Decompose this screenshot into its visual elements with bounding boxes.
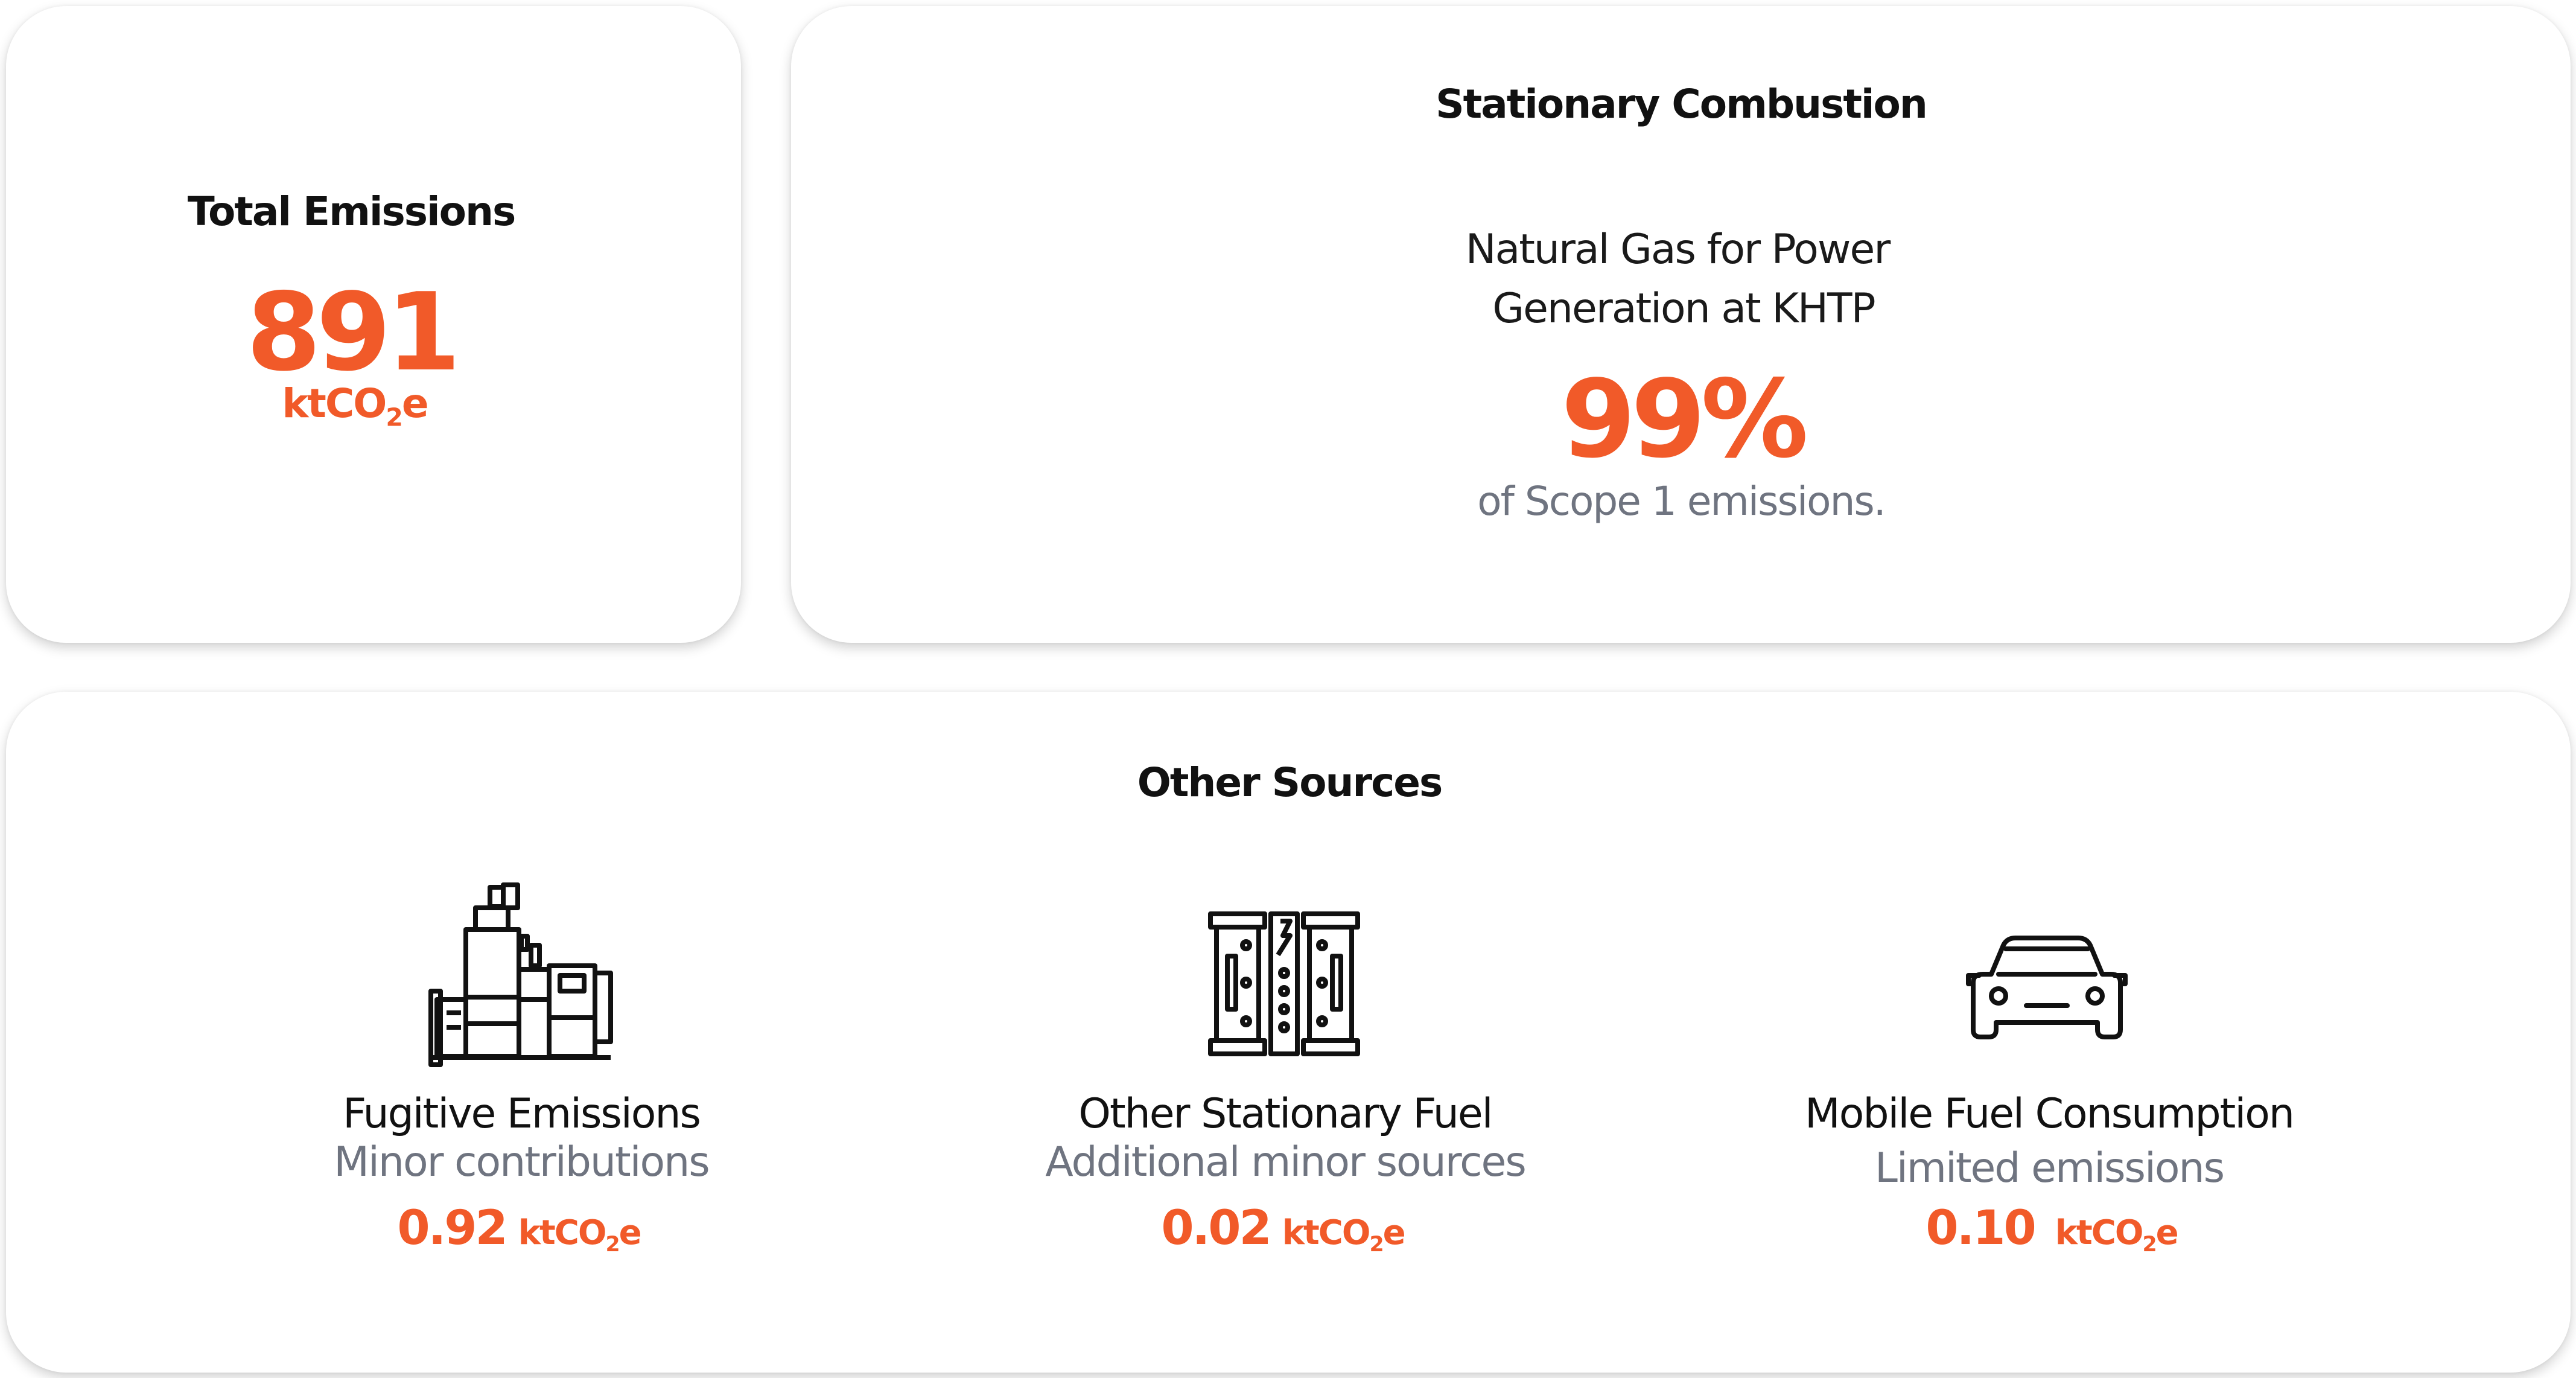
- other-stationary-fuel-value: 0.02: [1161, 1201, 1271, 1255]
- other-stationary-fuel-title: Other Stationary Fuel: [1078, 1090, 1493, 1138]
- other-stationary-fuel-unit: ktCO2e: [1282, 1213, 1406, 1257]
- other-stationary-fuel-subtitle: Additional minor sources: [1045, 1138, 1527, 1186]
- fugitive-emissions-unit: ktCO2e: [518, 1213, 642, 1257]
- stationary-note: of Scope 1 emissions.: [1477, 478, 1886, 525]
- fugitive-emissions-value: 0.92: [397, 1201, 507, 1255]
- fugitive-emissions-subtitle: Minor contributions: [334, 1138, 710, 1186]
- fugitive-emissions-title: Fugitive Emissions: [343, 1090, 701, 1138]
- fugitive-emissions-value-row: 0.92 ktCO2e: [397, 1205, 642, 1257]
- generator-icon: [428, 882, 613, 1067]
- stationary-desc-line1: Natural Gas for Power: [1465, 226, 1891, 273]
- total-emissions-value: 891: [246, 270, 461, 395]
- other-sources-heading: Other Sources: [1137, 759, 1443, 806]
- mobile-fuel-consumption-unit: ktCO2e: [2055, 1213, 2179, 1257]
- mobile-fuel-consumption-value: 0.10: [1926, 1201, 2036, 1255]
- other-stationary-fuel-value-row: 0.02 ktCO2e: [1161, 1205, 1406, 1257]
- mobile-fuel-consumption-title: Mobile Fuel Consumption: [1805, 1090, 2295, 1138]
- stationary-percent: 99%: [1560, 357, 1808, 482]
- car-icon: [1966, 936, 2128, 1039]
- stationary-desc-line2: Generation at KHTP: [1492, 285, 1875, 333]
- mobile-fuel-consumption-value-row: 0.10 ktCO2e: [1926, 1205, 2179, 1257]
- mobile-fuel-consumption-subtitle: Limited emissions: [1874, 1144, 2225, 1192]
- fuel-cell-icon: [1208, 911, 1360, 1056]
- total-emissions-heading: Total Emissions: [187, 188, 517, 235]
- stationary-combustion-heading: Stationary Combustion: [1436, 81, 1928, 127]
- total-emissions-unit: ktCO2e: [282, 380, 428, 432]
